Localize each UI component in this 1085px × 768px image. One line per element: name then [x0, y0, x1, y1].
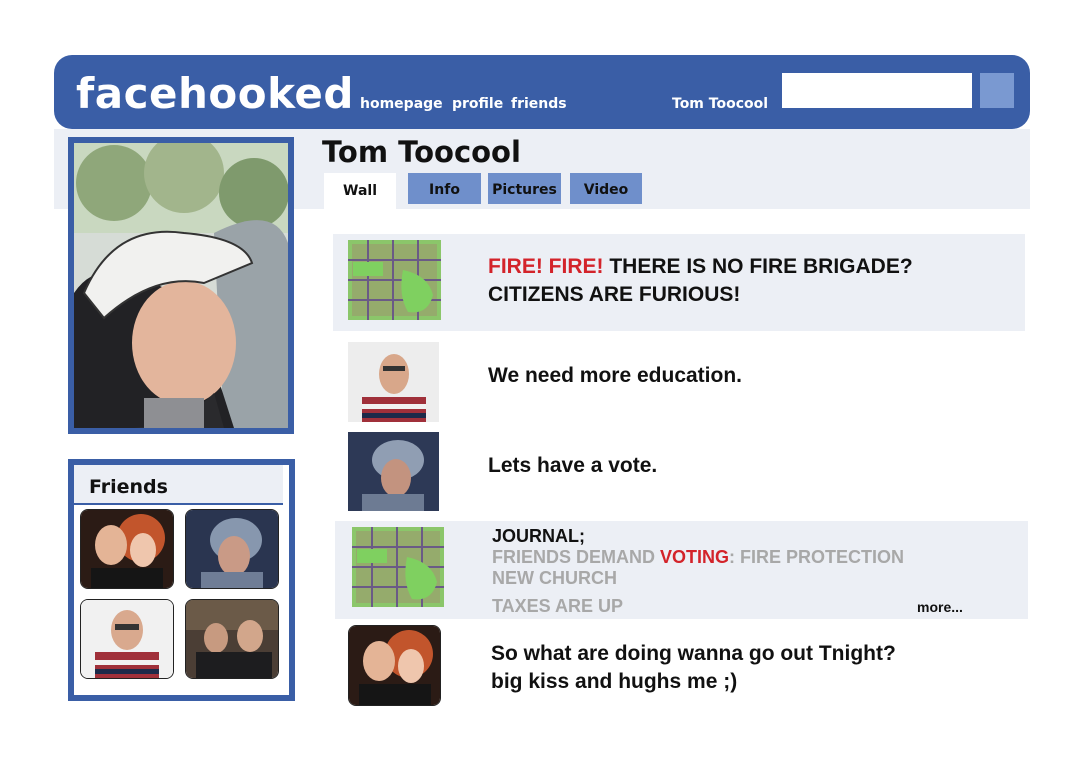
profile-name: Tom Toocool [322, 135, 521, 169]
journal-line: : FIRE PROTECTION [729, 547, 905, 567]
wall-post-text: So what are doing wanna go out Tnight? b… [491, 640, 896, 696]
alert-text: FIRE! FIRE! [488, 255, 604, 278]
friends-header: Friends [74, 465, 283, 505]
friends-panel: Friends [68, 459, 295, 701]
post-avatar[interactable] [348, 625, 441, 706]
tab-wall[interactable]: Wall [324, 173, 396, 209]
profile-photo[interactable] [68, 137, 294, 434]
journal-line: NEW CHURCH [492, 568, 617, 588]
search-input[interactable] [782, 73, 972, 108]
friends-title: Friends [89, 476, 168, 498]
post-text-line: CITIZENS ARE FURIOUS! [488, 283, 741, 306]
nav-link-profile[interactable]: profile [452, 94, 503, 114]
post-avatar[interactable] [348, 432, 439, 511]
wall-post-text: FIRE! FIRE! THERE IS NO FIRE BRIGADE? CI… [488, 253, 913, 309]
nav-link-friends[interactable]: friends [511, 94, 567, 114]
wall-post-text: Lets have a vote. [488, 454, 658, 477]
journal-line: TAXES ARE UP [492, 596, 624, 616]
post-text-line: So what are doing wanna go out Tnight? [491, 642, 896, 665]
map-thumbnail[interactable] [348, 240, 441, 320]
friend-thumb-4[interactable] [185, 599, 279, 679]
tab-pictures[interactable]: Pictures [488, 173, 561, 204]
post-text-line: big kiss and hughs me ;) [491, 670, 738, 693]
wall-post-text: We need more education. [488, 364, 742, 387]
map-thumbnail[interactable] [352, 527, 444, 607]
friend-thumb-1[interactable] [80, 509, 174, 589]
more-link[interactable]: more... [917, 599, 963, 615]
search-button[interactable] [980, 73, 1014, 108]
nav-link-homepage[interactable]: homepage [360, 94, 443, 114]
post-text-line: THERE IS NO FIRE BRIGADE? [603, 255, 913, 278]
journal-line: FRIENDS DEMAND [492, 547, 661, 567]
tab-video[interactable]: Video [570, 173, 642, 204]
journal-highlight: VOTING [660, 547, 730, 567]
friend-thumb-2[interactable] [185, 509, 279, 589]
post-avatar[interactable] [348, 342, 439, 422]
current-user-link[interactable]: Tom Toocool [672, 94, 768, 114]
friend-thumb-3[interactable] [80, 599, 174, 679]
journal-heading: JOURNAL; [492, 526, 585, 546]
journal-post: JOURNAL; FRIENDS DEMAND VOTING: FIRE PRO… [492, 526, 904, 617]
site-logo[interactable]: facehooked [76, 68, 354, 120]
tab-info[interactable]: Info [408, 173, 481, 204]
